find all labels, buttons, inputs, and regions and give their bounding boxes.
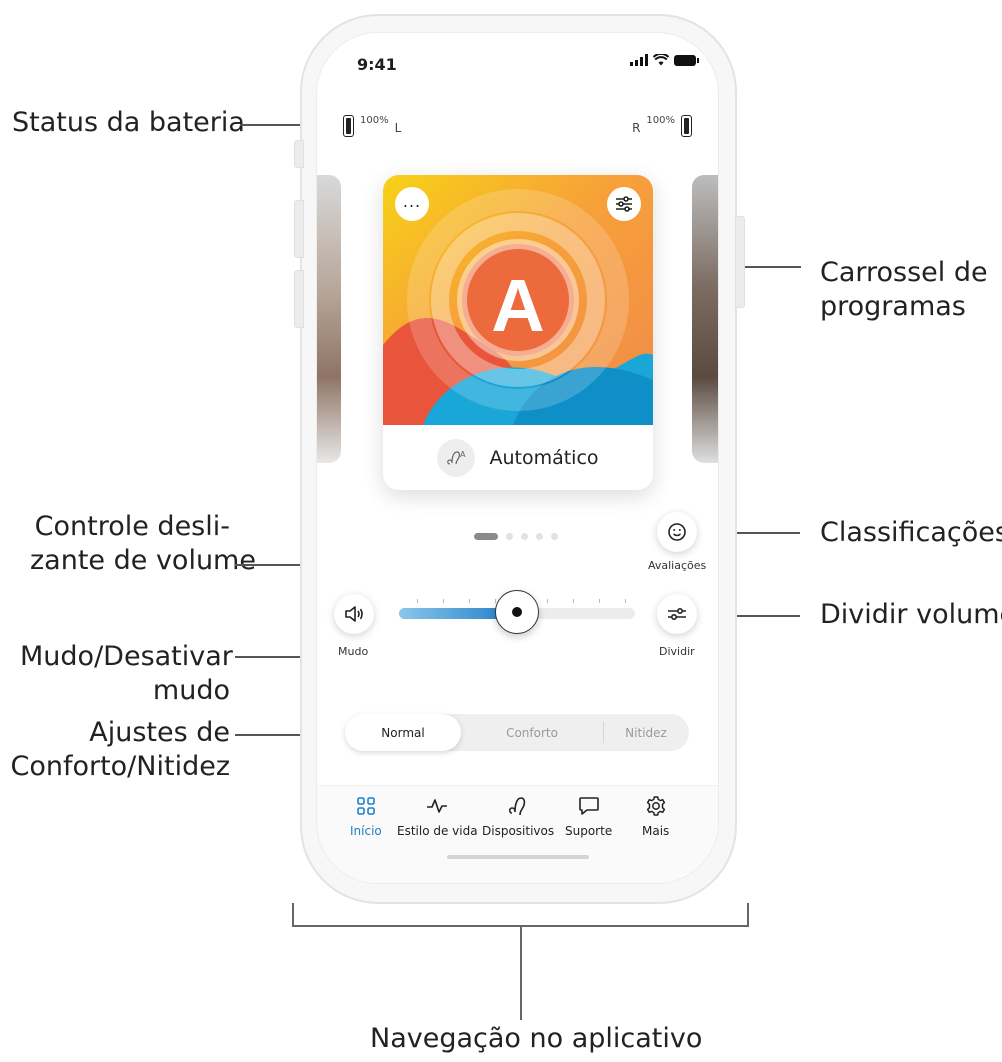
battery-right-icon bbox=[681, 115, 692, 137]
program-name: Automático bbox=[489, 446, 599, 469]
nav-label-support: Suporte bbox=[565, 824, 613, 838]
bracket-stem bbox=[520, 925, 522, 1020]
volume-thumb-dot bbox=[512, 607, 522, 617]
battery-left-percent: 100% bbox=[360, 115, 389, 126]
program-settings-button[interactable] bbox=[607, 187, 641, 221]
battery-right-percent: 100% bbox=[646, 115, 675, 126]
split-volume-button[interactable] bbox=[657, 594, 697, 634]
nav-label-devices: Dispositivos bbox=[482, 824, 555, 838]
ellipsis-icon: ... bbox=[402, 191, 422, 211]
nav-item-lifestyle[interactable]: Estilo de vida bbox=[397, 794, 478, 838]
bracket-left bbox=[292, 903, 294, 926]
callout-program-carousel-line2: programas bbox=[820, 291, 966, 322]
svg-text:A: A bbox=[460, 450, 466, 459]
pager-dot[interactable] bbox=[506, 533, 513, 540]
callout-comfort: Ajustes de Conforto/Nitidez bbox=[10, 716, 230, 784]
program-footer: A Automático bbox=[383, 425, 653, 490]
nav-label-home: Início bbox=[350, 824, 382, 838]
callout-mute: Mudo/Desativar mudo bbox=[20, 640, 233, 708]
nav-item-devices[interactable]: Dispositivos bbox=[482, 794, 554, 838]
sound-mode-clarity[interactable]: Nitidez bbox=[603, 714, 689, 751]
nav-label-lifestyle: Estilo de vida bbox=[397, 824, 478, 838]
volume-tick bbox=[417, 599, 418, 603]
phone-battery-icon bbox=[674, 54, 699, 66]
smiley-icon bbox=[668, 523, 686, 541]
volume-tick bbox=[443, 599, 444, 603]
program-more-button[interactable]: ... bbox=[395, 187, 429, 221]
signal-icon bbox=[630, 54, 648, 66]
battery-left-icon bbox=[343, 115, 354, 137]
battery-right-side: R bbox=[632, 121, 641, 135]
phone-volume-down bbox=[294, 270, 304, 328]
pulse-icon bbox=[425, 794, 449, 818]
volume-slider-thumb[interactable] bbox=[495, 590, 539, 634]
carousel-pager[interactable] bbox=[474, 533, 558, 540]
callout-navigation: Navegação no aplicativo bbox=[370, 1023, 703, 1054]
mute-button[interactable] bbox=[334, 594, 374, 634]
callout-comfort-line2: Conforto/Nitidez bbox=[10, 751, 230, 782]
chat-icon bbox=[577, 794, 601, 818]
home-indicator bbox=[447, 855, 589, 859]
split-label: Dividir bbox=[659, 645, 695, 658]
ratings-button[interactable] bbox=[657, 512, 697, 552]
battery-right: R 100% bbox=[632, 115, 692, 137]
program-card-next[interactable] bbox=[692, 175, 718, 463]
status-icons bbox=[630, 54, 699, 66]
hearing-aid-icon bbox=[506, 794, 530, 818]
callout-mute-line2: mudo bbox=[152, 675, 230, 706]
volume-tick bbox=[573, 599, 574, 603]
bottom-navigation: Início Estilo de vida Dispositivos Supor… bbox=[317, 785, 718, 883]
battery-left: 100% L bbox=[343, 115, 401, 137]
ratings-label: Avaliações bbox=[648, 559, 707, 572]
program-letter: A bbox=[491, 264, 545, 347]
program-card-prev[interactable] bbox=[317, 175, 341, 463]
wifi-icon bbox=[653, 54, 669, 66]
phone-silent-switch bbox=[294, 140, 304, 168]
volume-tick bbox=[469, 599, 470, 603]
nav-item-more[interactable]: Mais bbox=[642, 794, 669, 838]
nav-item-support[interactable]: Suporte bbox=[565, 794, 612, 838]
callout-program-carousel-line1: Carrossel de bbox=[820, 257, 988, 288]
app-screen: 9:41 100% L R 100% A ... A Automático Av… bbox=[316, 32, 719, 884]
callout-ratings: Classificações bbox=[820, 517, 1002, 548]
pager-dot[interactable] bbox=[536, 533, 543, 540]
status-time: 9:41 bbox=[357, 55, 397, 74]
bracket-right bbox=[747, 903, 749, 926]
callout-comfort-line1: Ajustes de bbox=[89, 717, 230, 748]
phone-power-button bbox=[735, 216, 745, 308]
grid-icon bbox=[354, 794, 378, 818]
split-sliders-icon bbox=[668, 607, 686, 621]
volume-tick bbox=[547, 599, 548, 603]
callout-battery-status: Status da bateria bbox=[12, 107, 245, 138]
nav-item-home[interactable]: Início bbox=[350, 794, 382, 838]
pager-dot[interactable] bbox=[521, 533, 528, 540]
callout-split-volume: Dividir volume bbox=[820, 599, 1002, 630]
callout-volume-slider: Controle desli- zante de volume bbox=[30, 510, 256, 578]
speaker-icon bbox=[345, 606, 363, 622]
sound-mode-selector: Normal Conforto Nitidez bbox=[345, 714, 689, 751]
mute-label: Mudo bbox=[338, 645, 369, 658]
hearing-aid-auto-icon: A bbox=[437, 438, 476, 477]
nav-label-more: Mais bbox=[642, 824, 670, 838]
sound-mode-normal[interactable]: Normal bbox=[345, 714, 461, 751]
sliders-icon bbox=[616, 196, 632, 212]
callout-mute-line1: Mudo/Desativar bbox=[20, 641, 233, 672]
volume-tick bbox=[625, 599, 626, 603]
battery-left-side: L bbox=[394, 121, 402, 135]
volume-tick bbox=[599, 599, 600, 603]
sound-mode-comfort[interactable]: Conforto bbox=[461, 714, 603, 751]
program-card-active[interactable]: A ... A Automático bbox=[383, 175, 653, 490]
callout-program-carousel: Carrossel de programas bbox=[820, 256, 988, 324]
callout-volume-slider-line1: Controle desli- bbox=[34, 511, 230, 542]
phone-volume-up bbox=[294, 200, 304, 258]
pager-dot[interactable] bbox=[551, 533, 558, 540]
gear-icon bbox=[644, 794, 668, 818]
pager-dot-active[interactable] bbox=[474, 533, 498, 540]
callout-volume-slider-line2: zante de volume bbox=[30, 545, 256, 576]
